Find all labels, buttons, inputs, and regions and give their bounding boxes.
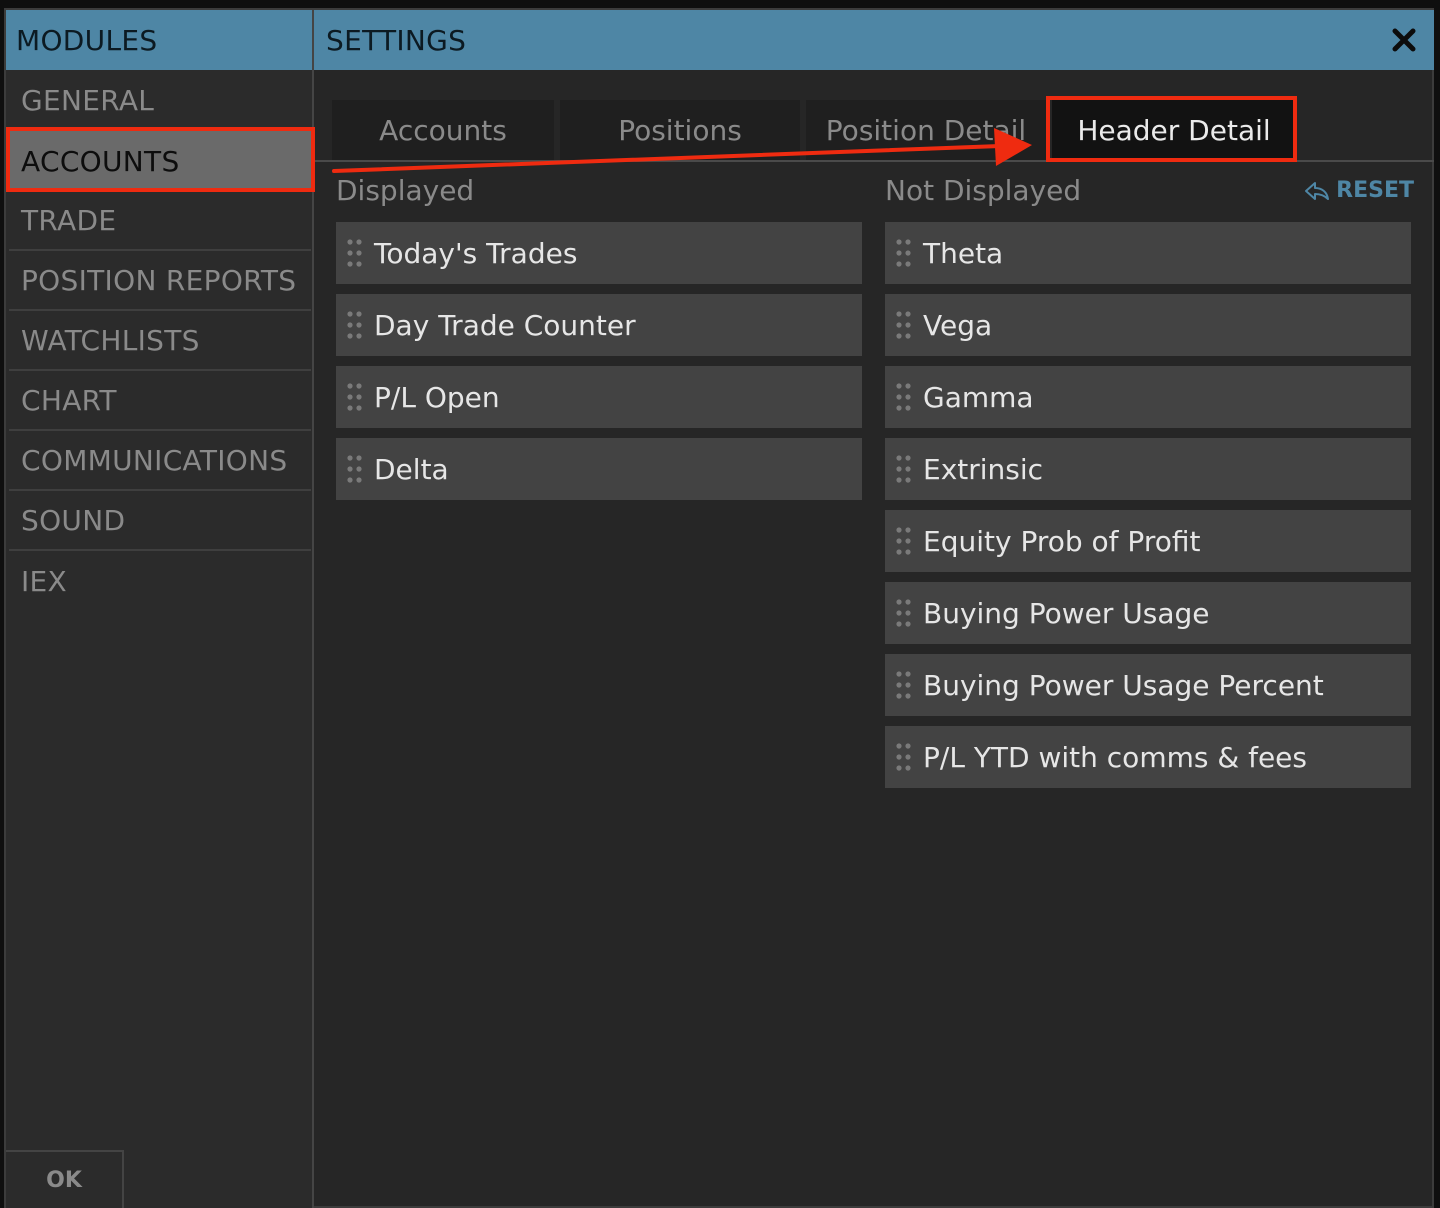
drag-handle-icon[interactable] — [893, 236, 915, 270]
field-label: Extrinsic — [923, 452, 1044, 486]
not-displayed-field[interactable]: Extrinsic — [885, 438, 1411, 500]
module-item-chart[interactable]: CHART — [9, 371, 311, 431]
module-item-communications[interactable]: COMMUNICATIONS — [9, 431, 311, 491]
settings-panel: SETTINGS Accounts Positions Position Det… — [314, 10, 1434, 1208]
field-label: Day Trade Counter — [374, 308, 636, 342]
field-label: Today's Trades — [374, 236, 578, 270]
reset-label: RESET — [1336, 178, 1414, 203]
drag-handle-icon[interactable] — [893, 452, 915, 486]
not-displayed-field[interactable]: Equity Prob of Profit — [885, 510, 1411, 572]
tab-position-detail[interactable]: Position Detail — [806, 100, 1046, 160]
module-item-general[interactable]: GENERAL — [9, 71, 311, 131]
drag-handle-icon[interactable] — [344, 452, 366, 486]
not-displayed-field[interactable]: Buying Power Usage Percent — [885, 654, 1411, 716]
field-label: Delta — [374, 452, 449, 486]
reply-arrow-icon — [1305, 181, 1330, 200]
drag-handle-icon[interactable] — [344, 236, 366, 270]
tab-positions[interactable]: Positions — [560, 100, 800, 160]
close-icon[interactable] — [1388, 24, 1420, 56]
displayed-field[interactable]: Today's Trades — [336, 222, 862, 284]
field-label: Buying Power Usage — [923, 596, 1210, 630]
field-label: Theta — [923, 236, 1004, 270]
tab-accounts[interactable]: Accounts — [332, 100, 554, 160]
field-label: P/L Open — [374, 380, 500, 414]
settings-title: SETTINGS — [326, 23, 467, 57]
drag-handle-icon[interactable] — [893, 308, 915, 342]
field-label: P/L YTD with comms & fees — [923, 740, 1307, 774]
tab-bar: Accounts Positions Position Detail Heade… — [314, 100, 1434, 162]
field-label: Vega — [923, 308, 993, 342]
settings-window: MODULES GENERAL ACCOUNTS TRADE POSITION … — [4, 8, 1434, 1208]
drag-handle-icon[interactable] — [893, 380, 915, 414]
not-displayed-field[interactable]: Buying Power Usage — [885, 582, 1411, 644]
drag-handle-icon[interactable] — [893, 668, 915, 702]
modules-header: MODULES — [6, 10, 312, 70]
module-item-watchlists[interactable]: WATCHLISTS — [9, 311, 311, 371]
not-displayed-field[interactable]: Theta — [885, 222, 1411, 284]
not-displayed-field[interactable]: Vega — [885, 294, 1411, 356]
drag-handle-icon[interactable] — [893, 524, 915, 558]
not-displayed-field[interactable]: P/L YTD with comms & fees — [885, 726, 1411, 788]
field-label: Gamma — [923, 380, 1034, 414]
modules-sidebar: MODULES GENERAL ACCOUNTS TRADE POSITION … — [6, 10, 314, 1208]
module-item-position-reports[interactable]: POSITION REPORTS — [9, 251, 311, 311]
tab-header-detail[interactable]: Header Detail — [1052, 100, 1296, 160]
field-label: Equity Prob of Profit — [923, 524, 1201, 558]
module-item-trade[interactable]: TRADE — [9, 191, 311, 251]
module-item-accounts[interactable]: ACCOUNTS — [9, 131, 311, 191]
drag-handle-icon[interactable] — [344, 308, 366, 342]
displayed-field[interactable]: Delta — [336, 438, 862, 500]
drag-handle-icon[interactable] — [893, 596, 915, 630]
displayed-field[interactable]: Day Trade Counter — [336, 294, 862, 356]
field-label: Buying Power Usage Percent — [923, 668, 1324, 702]
drag-handle-icon[interactable] — [344, 380, 366, 414]
not-displayed-field[interactable]: Gamma — [885, 366, 1411, 428]
ok-button[interactable]: OK — [6, 1150, 124, 1208]
module-item-sound[interactable]: SOUND — [9, 491, 311, 551]
displayed-label: Displayed — [336, 174, 475, 207]
displayed-field[interactable]: P/L Open — [336, 366, 862, 428]
module-item-iex[interactable]: IEX — [9, 551, 311, 611]
drag-handle-icon[interactable] — [893, 740, 915, 774]
reset-button[interactable]: RESET — [1304, 178, 1414, 203]
not-displayed-label: Not Displayed — [885, 174, 1082, 207]
settings-header: SETTINGS — [314, 10, 1434, 70]
